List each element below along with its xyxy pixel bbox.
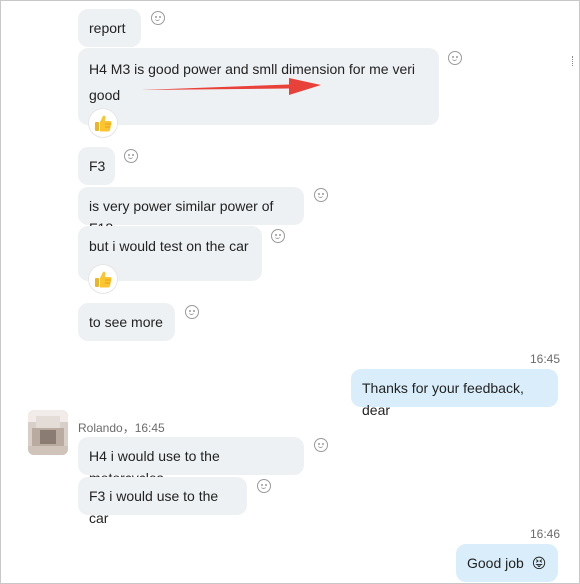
avatar-image: [28, 410, 68, 455]
outgoing-message-bubble[interactable]: Thanks for your feedback, dear: [351, 369, 558, 418]
add-reaction-icon[interactable]: [314, 188, 328, 202]
message-text: Good job: [467, 555, 524, 571]
tongue-out-emoji-icon: 😝: [531, 555, 547, 571]
message-text: but i would test on the car: [89, 238, 249, 254]
add-reaction-icon[interactable]: [124, 149, 138, 163]
message-bubble[interactable]: H4 i would use to the motorcycles: [78, 437, 304, 486]
message-timestamp: 16:46: [530, 527, 561, 541]
message-text: F3 i would use to the car: [89, 488, 219, 526]
avatar[interactable]: [28, 410, 68, 455]
thumbs-up-icon: [95, 115, 112, 132]
message-bubble[interactable]: is very power similar power of F18: [78, 187, 304, 236]
message-bubble[interactable]: F3 i would use to the car: [78, 477, 247, 526]
message-bubble[interactable]: F3: [78, 147, 115, 185]
message-bubble[interactable]: to see more: [78, 303, 175, 341]
add-reaction-icon[interactable]: [448, 51, 462, 65]
message-text: Thanks for your feedback, dear: [362, 380, 524, 418]
chat-window: report H4 M3 is good power and smll dime…: [0, 0, 580, 584]
reaction-chip[interactable]: [89, 265, 117, 293]
add-reaction-icon[interactable]: [271, 229, 285, 243]
sender-name-time: Rolando，16:45: [78, 421, 165, 435]
add-reaction-icon[interactable]: [257, 479, 271, 493]
message-text: report: [89, 20, 126, 36]
add-reaction-icon[interactable]: [185, 305, 199, 319]
message-bubble[interactable]: report: [78, 9, 141, 47]
annotation-arrow: [141, 78, 321, 95]
message-text: F3: [89, 158, 106, 174]
message-text: to see more: [89, 314, 163, 330]
add-reaction-icon[interactable]: [314, 438, 328, 452]
outgoing-message-bubble[interactable]: Good job 😝: [456, 544, 558, 582]
scrollbar-indicator[interactable]: [572, 56, 575, 66]
thumbs-up-icon: [95, 271, 112, 288]
message-timestamp: 16:45: [530, 352, 561, 366]
reaction-chip[interactable]: [89, 109, 117, 137]
add-reaction-icon[interactable]: [151, 11, 165, 25]
